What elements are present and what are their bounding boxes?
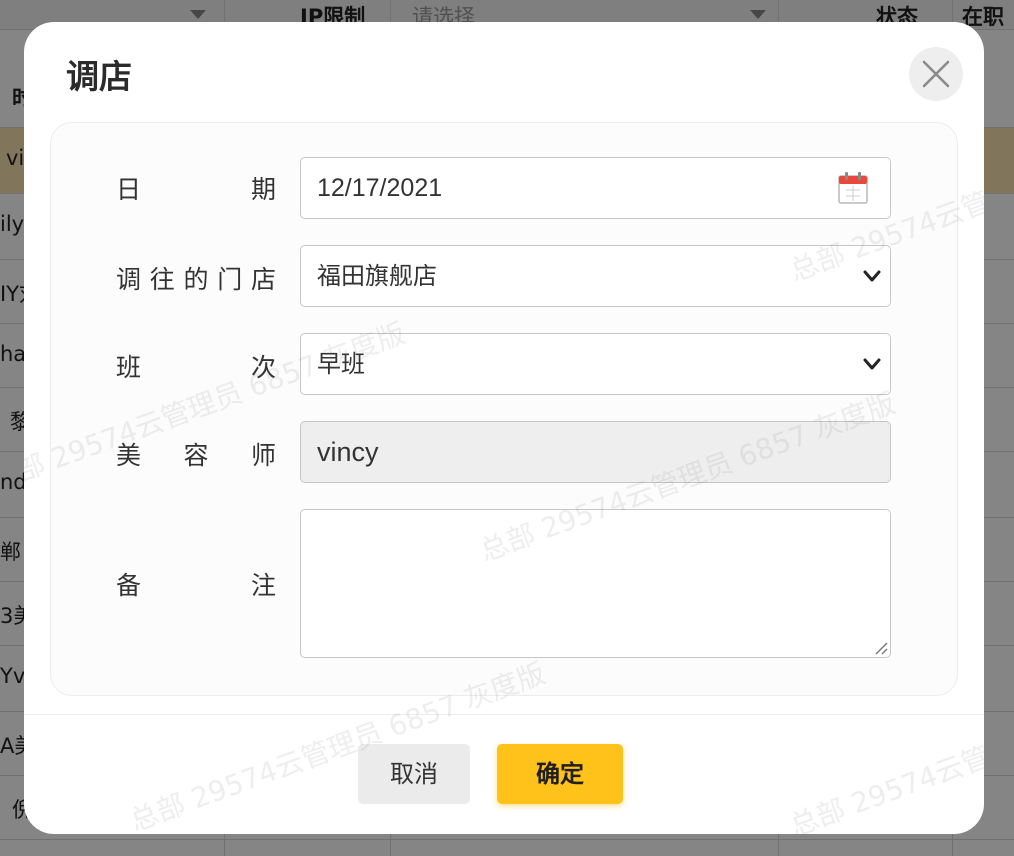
close-button[interactable] [909, 47, 963, 101]
beautician-field: vincy [300, 421, 891, 483]
note-label-char: 注 [250, 571, 276, 600]
transfer-store-dialog: 调店 日 期 12/17/2021 调 往 的 门 店 福田旗舰店 班 次 早班… [24, 22, 984, 834]
store-label-char: 的 [183, 265, 209, 294]
shift-label-char: 班 [116, 353, 142, 382]
note-label: 备 注 [116, 564, 276, 604]
beautician-label: 美 容 师 [116, 434, 276, 474]
beautician-value: vincy [317, 437, 379, 467]
note-label-char: 备 [116, 571, 142, 600]
confirm-button[interactable]: 确定 [497, 744, 623, 804]
store-label-char: 店 [250, 265, 276, 294]
date-value: 12/17/2021 [317, 174, 443, 202]
store-label-char: 门 [217, 265, 243, 294]
store-label-char: 往 [149, 265, 175, 294]
chevron-down-icon [863, 270, 881, 282]
chevron-down-icon [863, 358, 881, 370]
dialog-title: 调店 [66, 57, 132, 96]
beautician-label-char: 师 [250, 441, 276, 470]
beautician-label-char: 美 [116, 441, 142, 470]
date-label-char-2: 期 [250, 175, 276, 204]
store-value: 福田旗舰店 [317, 262, 437, 290]
store-label: 调 往 的 门 店 [116, 258, 276, 298]
calendar-icon[interactable] [838, 172, 868, 204]
date-label: 日 期 [116, 168, 276, 208]
date-input[interactable]: 12/17/2021 [300, 157, 891, 219]
shift-value: 早班 [317, 350, 365, 378]
store-label-char: 调 [116, 265, 142, 294]
shift-label-char: 次 [250, 353, 276, 382]
beautician-label-char: 容 [183, 441, 209, 470]
store-select[interactable]: 福田旗舰店 [300, 245, 891, 307]
footer-divider [24, 714, 984, 715]
date-label-char-1: 日 [116, 175, 142, 204]
note-textarea[interactable] [300, 509, 891, 658]
shift-select[interactable]: 早班 [300, 333, 891, 395]
shift-label: 班 次 [116, 346, 276, 386]
close-icon [922, 60, 950, 88]
resize-handle-icon[interactable] [872, 639, 888, 655]
cancel-button[interactable]: 取消 [358, 744, 470, 804]
